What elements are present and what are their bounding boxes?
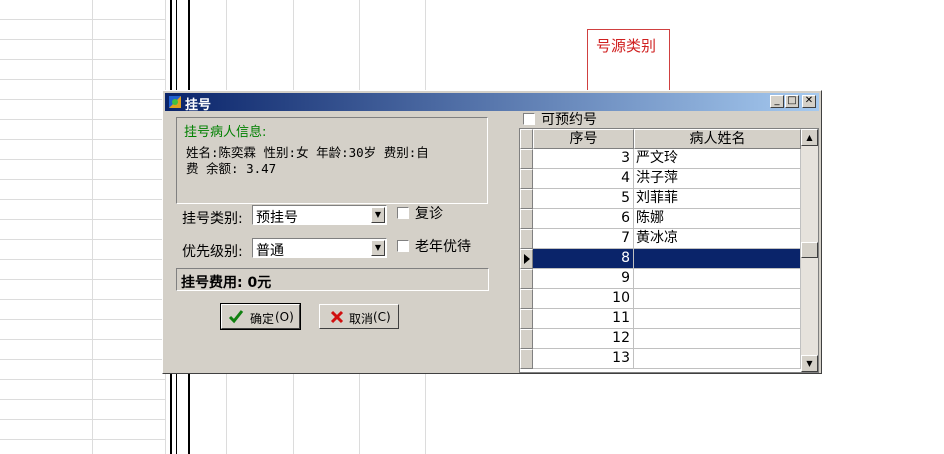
cross-icon [330,310,344,324]
row-indicator[interactable] [520,229,533,249]
cell-patient-name[interactable] [634,329,801,349]
patient-info-line2: 费 余额: 3.47 [186,161,277,176]
row-indicator[interactable] [520,269,533,289]
cancel-button-label: 取消 [349,312,374,326]
reg-type-label: 挂号类别: [182,211,243,227]
priority-value: 普通 [256,243,284,259]
scroll-down-icon[interactable]: ▼ [801,355,818,372]
cell-no[interactable]: 7 [533,229,634,249]
cell-no[interactable]: 5 [533,189,634,209]
cancel-button[interactable]: 取消 (C) [319,304,399,329]
reg-type-select[interactable]: 预挂号 ▼ [252,205,387,226]
cell-patient-name[interactable]: 刘菲菲 [634,189,801,209]
cell-patient-name[interactable]: 严文玲 [634,149,801,169]
revisit-label: 复诊 [415,206,443,222]
row-indicator[interactable] [520,189,533,209]
annotation-label: 号源类别 [596,37,657,55]
ok-button[interactable]: 确定 (O) [220,303,301,330]
cell-patient-name[interactable] [634,309,801,329]
cell-no[interactable]: 11 [533,309,634,329]
cell-no[interactable]: 3 [533,149,634,169]
row-pointer-icon[interactable] [520,249,533,269]
chevron-down-icon[interactable]: ▼ [371,207,385,223]
chevron-down-icon[interactable]: ▼ [371,240,385,256]
vertical-scrollbar[interactable]: ▲ ▼ [801,129,818,372]
cell-no[interactable]: 13 [533,349,634,369]
cell-no[interactable]: 8 [533,249,634,269]
row-indicator[interactable] [520,329,533,349]
reg-type-value: 预挂号 [256,210,298,226]
app-icon [169,96,181,108]
registration-dialog: 挂号 _ □ ✕ 挂号病人信息: 姓名:陈奕霖 性别:女 年龄:30岁 费别:自… [162,90,822,374]
cell-patient-name[interactable] [634,249,801,269]
fee-text: 挂号费用: 0元 [181,275,272,291]
elderly-checkbox[interactable] [397,240,409,252]
revisit-checkbox[interactable] [397,207,409,219]
row-indicator[interactable] [520,209,533,229]
number-grid[interactable]: 序号 病人姓名 3 严文玲 4 洪子萍 5 刘菲菲 6 陈娜 7 黄冰凉 8 9 10 11 12 13 ▲ … [519,128,819,373]
cell-patient-name[interactable] [634,269,801,289]
ok-button-shortcut: (O) [275,310,294,324]
row-indicator[interactable] [520,289,533,309]
column-header-no[interactable]: 序号 [533,129,634,149]
patient-info-line1: 姓名:陈奕霖 性别:女 年龄:30岁 费别:自 [186,145,429,160]
scroll-thumb[interactable] [801,242,818,258]
maximize-button[interactable]: □ [785,95,799,108]
title-bar[interactable]: 挂号 _ □ ✕ [165,93,819,113]
patient-info-title: 挂号病人信息: [184,125,267,140]
cell-no[interactable]: 9 [533,269,634,289]
column-header-name[interactable]: 病人姓名 [634,129,801,149]
row-indicator[interactable] [520,149,533,169]
dialog-title: 挂号 [185,98,212,113]
patient-info-text: 姓名:陈奕霖 性别:女 年龄:30岁 费别:自 费 余额: 3.47 [186,145,476,177]
cell-patient-name[interactable] [634,349,801,369]
cell-patient-name[interactable]: 黄冰凉 [634,229,801,249]
scroll-up-icon[interactable]: ▲ [801,129,818,146]
priority-label: 优先级别: [182,244,243,260]
cancel-button-shortcut: (C) [373,310,391,324]
row-indicator[interactable] [520,309,533,329]
grid-corner [520,129,533,149]
cell-patient-name[interactable]: 洪子萍 [634,169,801,189]
minimize-button[interactable]: _ [770,95,784,108]
elderly-label: 老年优待 [415,239,471,255]
bookable-label: 可预约号 [541,112,597,128]
cell-no[interactable]: 4 [533,169,634,189]
cell-no[interactable]: 12 [533,329,634,349]
cell-no[interactable]: 10 [533,289,634,309]
close-button[interactable]: ✕ [802,95,816,108]
bookable-checkbox[interactable] [523,113,535,125]
cell-patient-name[interactable] [634,289,801,309]
cell-patient-name[interactable]: 陈娜 [634,209,801,229]
ok-button-label: 确定 [250,312,275,326]
cell-no[interactable]: 6 [533,209,634,229]
fee-panel: 挂号费用: 0元 [176,268,489,291]
row-indicator[interactable] [520,349,533,369]
checkmark-icon [228,310,244,324]
priority-select[interactable]: 普通 ▼ [252,238,387,259]
row-indicator[interactable] [520,169,533,189]
